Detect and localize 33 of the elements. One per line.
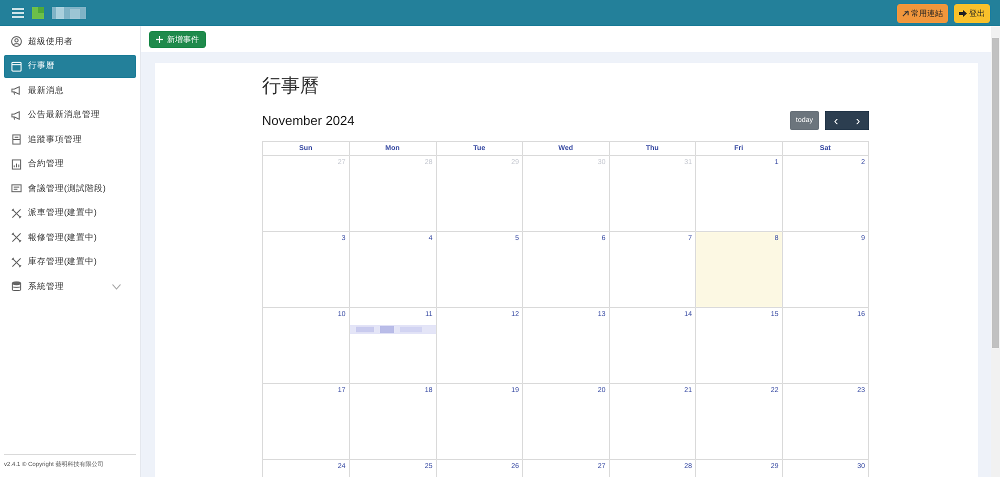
calendar-icon [11, 60, 22, 72]
add-event-button[interactable]: 新增事件 [149, 30, 206, 48]
sidebar-item[interactable]: 派車管理(建置中) [4, 202, 136, 224]
logo-icon [32, 7, 44, 19]
database-icon [11, 281, 22, 292]
megaphone-icon [11, 110, 22, 120]
plus-icon [156, 36, 163, 42]
link-icon [902, 10, 909, 16]
scrollbar[interactable] [991, 26, 1000, 477]
document-icon [11, 134, 22, 145]
sidebar-item[interactable]: 最新消息 [4, 79, 136, 102]
sidebar-item[interactable]: 公告最新消息管理 [4, 104, 136, 126]
tools-icon [11, 256, 22, 268]
sidebar-item[interactable]: 會議管理(測試階段) [4, 177, 136, 200]
tools-icon [11, 208, 22, 218]
message-icon [11, 183, 22, 194]
sidebar-item[interactable]: 行事曆 [4, 54, 136, 78]
sidebar-item[interactable]: 追蹤事項管理 [4, 128, 136, 151]
megaphone-icon [11, 85, 22, 96]
user-icon [11, 36, 22, 47]
sidebar-item[interactable]: 庫存管理(建置中) [4, 250, 136, 274]
tools-icon [11, 232, 22, 243]
page-title: 行事曆 [262, 75, 320, 99]
links-button[interactable]: 常用連結 [897, 4, 948, 22]
logout-icon [959, 10, 967, 16]
logout-button[interactable]: 登出 [954, 4, 990, 22]
menu-icon[interactable] [12, 8, 24, 18]
chart-icon [11, 158, 22, 170]
month-title: November 2024 [262, 113, 354, 128]
sidebar-item[interactable]: 報修管理(建置中) [4, 226, 136, 249]
sidebar-item[interactable]: 超級使用者 [4, 30, 136, 53]
sidebar-item[interactable]: 合約管理 [4, 152, 136, 176]
sidebar-item[interactable]: 系統管理 [4, 275, 136, 298]
